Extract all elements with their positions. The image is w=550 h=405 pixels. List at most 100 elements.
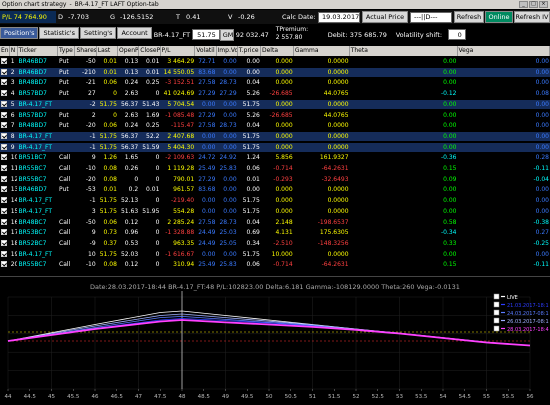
column-header[interactable]: Theta <box>350 46 458 56</box>
enable-checkbox[interactable] <box>0 207 10 216</box>
legend-checkbox <box>493 317 500 324</box>
column-header[interactable]: Volatil <box>195 46 217 56</box>
table-row[interactable]: 1 BR46BD7 Put -50 0.01 0.13 0.01 3 464.29 72.71 0… <box>0 57 550 66</box>
column-header[interactable]: N <box>10 46 18 56</box>
table-cell: 0.000 <box>275 122 293 130</box>
table-row[interactable]: 7 BR48BD7 Put -20 0.06 0.24 0.25 -115.47 27.58 28… <box>0 121 550 130</box>
table-row[interactable]: 13 BR46BD7 Put -53 0.01 0.2 0.01 961.57 83.68 0.0… <box>0 185 550 194</box>
table-row[interactable]: 11 BR55BC7 Call -10 0.08 0.26 0 1 119.28 25.49 25… <box>0 164 550 173</box>
table-row[interactable]: 15 BR-4.17_FT 3 51.75 51.63 51.95 554.28 0.00 0.… <box>0 207 550 216</box>
tab-positions[interactable]: Position's <box>0 27 39 39</box>
legend-label: 24.03.2017-08:1 <box>507 311 549 317</box>
column-header[interactable]: OpenPric <box>118 46 140 56</box>
table-cell: 0.000 <box>275 143 293 151</box>
table-row[interactable]: 9 BR-4.17_FT -1 51.75 56.37 51.59 5 404.30 0.00… <box>0 142 550 152</box>
table-cell: -0.34 <box>440 229 457 237</box>
table-cell: 0.01 <box>246 175 260 183</box>
enable-checkbox[interactable] <box>0 228 10 237</box>
online-button[interactable]: Online <box>485 11 513 23</box>
enable-checkbox[interactable] <box>0 68 10 77</box>
pl-chart: Date:28.03.2017-18:44 BR-4.17_FT:48 P/L:… <box>0 276 550 403</box>
table-row[interactable]: 2 BR46BD7 Put -210 0.01 0.13 0.01 14 550.05 83.6… <box>0 67 550 77</box>
app-window: Option chart strategy - BR-4.17_FT LAFT … <box>0 0 550 403</box>
column-header[interactable]: Type <box>58 46 76 56</box>
tab-account[interactable]: Account <box>117 27 152 39</box>
enable-checkbox[interactable] <box>0 78 10 87</box>
calc-date-input[interactable]: 19.03.2017 <box>318 11 360 23</box>
table-row[interactable]: 10 BR51BC7 Call 9 1.26 1.65 0 -2 109.63 24.72 24.… <box>0 153 550 162</box>
table-row[interactable]: 14 BR-4.17_FT -1 51.75 52.13 0 -219.40 0.00 0.00… <box>0 196 550 205</box>
enable-checkbox[interactable] <box>0 175 10 184</box>
column-header[interactable]: Vega <box>458 46 550 56</box>
table-row[interactable]: 12 BR55BC7 Call -20 0.08 0 0 790.01 27.29 0.00 0.0… <box>0 175 550 184</box>
enable-checkbox[interactable] <box>0 57 10 66</box>
table-row[interactable]: 5 BR-4.17_FT -2 51.75 56.37 51.43 5 704.54 0.00… <box>0 99 550 109</box>
close-icon[interactable]: × <box>539 1 548 8</box>
enable-checkbox[interactable] <box>0 143 10 152</box>
minimize-icon[interactable]: _ <box>519 1 528 8</box>
table-cell: 44.0765 <box>323 111 349 119</box>
table-cell: -1 <box>89 132 96 140</box>
column-header[interactable]: Imp.Vo <box>217 46 238 56</box>
table-cell: 51.75 <box>242 197 260 205</box>
table-cell: 0.09 <box>443 175 457 183</box>
table-row[interactable]: 6 BR57BD7 Put 2 0 2.63 1.69 -1 085.48 27.29 0.00 5… <box>0 111 550 120</box>
table-cell: 0.00 <box>535 122 549 130</box>
table-row[interactable]: 4 BR57BD7 Put 27 0 2.63 0 41 024.69 27.29 27.29 5.… <box>0 89 550 98</box>
x-tick-label: 51 <box>309 394 316 400</box>
gm-label[interactable]: GMi <box>219 29 235 41</box>
table-row[interactable]: 19 BR-4.17_FT 10 51.75 52.03 0 -1 616.67 0.00 0.… <box>0 250 550 259</box>
tab-statistics[interactable]: Statistic's <box>39 27 79 39</box>
refresh-button[interactable]: Refresh <box>454 11 484 23</box>
column-header[interactable]: Shares <box>75 46 97 56</box>
enable-checkbox[interactable] <box>0 111 10 120</box>
enable-checkbox[interactable] <box>0 250 10 259</box>
volatility-shift-input[interactable]: 0 <box>447 29 466 40</box>
table-cell: 0 <box>155 229 160 237</box>
enable-checkbox[interactable] <box>0 196 10 205</box>
table-cell: 25.49 <box>198 165 216 172</box>
enable-checkbox[interactable] <box>0 218 10 227</box>
table-cell: 0.00 <box>223 175 237 183</box>
enable-checkbox[interactable] <box>0 153 10 162</box>
table-row[interactable]: 20 BR55BC7 Call -10 0.08 0.12 0 310.94 25.49 25.8… <box>0 260 550 269</box>
column-header[interactable]: Enal <box>0 46 10 56</box>
table-cell: BR52BC7 <box>18 239 47 247</box>
column-header[interactable]: ClosePri <box>139 46 161 56</box>
price-input[interactable]: 51.75 <box>191 29 220 40</box>
table-cell: 10 <box>10 154 18 162</box>
actual-price-button[interactable]: Actual Price <box>362 11 408 23</box>
enable-checkbox[interactable] <box>0 89 10 98</box>
table-row[interactable]: 3 BR48BD7 Put -21 0.06 0.24 0.25 -3 152.51 27.58… <box>0 78 550 87</box>
enable-checkbox[interactable] <box>0 100 10 109</box>
table-header: EnalNTickerTypeSharesLastOpenPricClosePr… <box>0 46 550 56</box>
enable-checkbox[interactable] <box>0 239 10 248</box>
column-header[interactable]: T.price <box>238 46 261 56</box>
enable-checkbox[interactable] <box>0 132 10 141</box>
table-row[interactable]: 16 BR48BC7 Call -50 0.06 0.12 0 2 285.24 27.58 28… <box>0 218 550 227</box>
column-header[interactable]: Ticker <box>18 46 59 56</box>
column-header[interactable]: Last <box>97 46 118 56</box>
range-selector[interactable]: ---||D--- <box>410 11 452 23</box>
table-cell: 3 464.29 <box>167 58 195 65</box>
table-row[interactable]: 8 BR-4.17_FT -1 51.75 56.37 52.2 2 407.68 0.00 0… <box>0 131 550 141</box>
enable-checkbox[interactable] <box>0 164 10 173</box>
refresh-iv-button[interactable]: Refresh IV <box>514 11 550 23</box>
table-cell: 0 <box>134 175 139 183</box>
enable-checkbox[interactable] <box>0 121 10 130</box>
table-row[interactable]: 18 BR52BC7 Call -9 0.37 0.53 0 963.35 24.49 25.05… <box>0 239 550 248</box>
table-cell: Put <box>59 58 69 65</box>
table-cell: 24.92 <box>219 154 237 162</box>
enable-checkbox[interactable] <box>0 260 10 269</box>
maximize-icon[interactable]: □ <box>529 1 538 8</box>
column-header[interactable]: Delta <box>261 46 294 56</box>
column-header[interactable]: P/L <box>161 46 196 56</box>
tab-settings[interactable]: Setting's <box>80 27 117 39</box>
table-cell: 0.00 <box>443 186 457 194</box>
table-cell: 27 <box>88 90 96 98</box>
table-row[interactable]: 17 BR53BC7 Call 9 0.73 0.96 0 -1 328.88 24.49 25.… <box>0 228 550 237</box>
table-cell: 0.24 <box>124 79 139 87</box>
table-cell: Put <box>59 90 69 98</box>
enable-checkbox[interactable] <box>0 185 10 194</box>
column-header[interactable]: Gamma <box>294 46 350 56</box>
